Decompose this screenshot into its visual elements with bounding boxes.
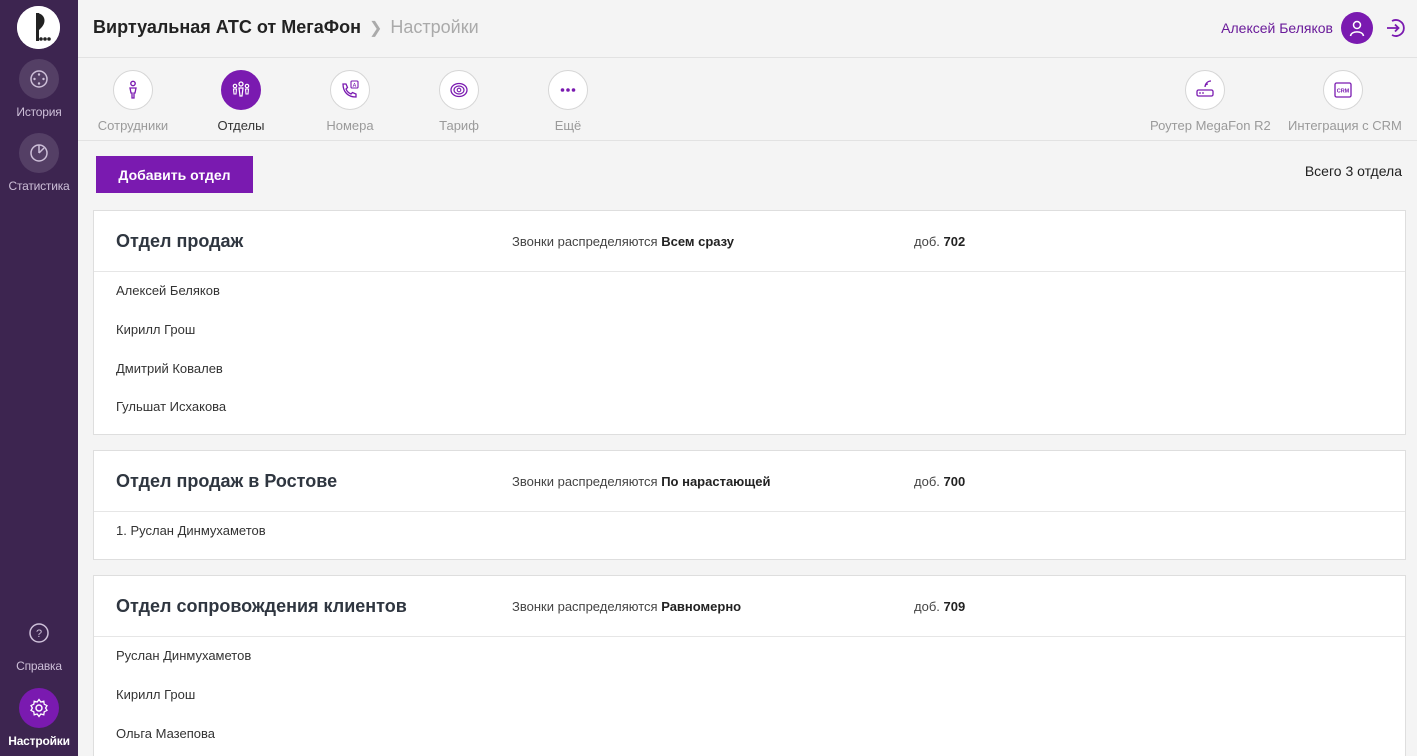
departments-icon [221,70,261,110]
tab-router[interactable]: Роутер MegaFon R2 [1150,70,1271,133]
tab-label: Сотрудники [97,118,169,133]
megafon-logo-icon[interactable] [17,6,60,49]
extension-number: доб. 709 [914,599,966,614]
settings-icon [19,688,59,728]
sidebar-item-label: История [16,105,62,119]
statistics-icon [19,133,59,173]
list-item[interactable]: Кирилл Грош [116,687,1405,726]
tariff-icon [439,70,479,110]
extension-number: доб. 702 [914,234,966,249]
distribution-mode: Звонки распределяются По нарастающей [512,474,771,489]
department-card: Отдел продаж Звонки распределяются Всем … [93,210,1406,435]
department-header[interactable]: Отдел сопровождения клиентов Звонки расп… [94,576,1405,637]
header: Виртуальная АТС от МегаФон ❯ Настройки Але… [78,0,1417,58]
sidebar-item-help[interactable]: ? Справка [0,613,78,673]
distribution-mode: Звонки распределяются Равномерно [512,599,742,614]
list-item[interactable]: Дмитрий Ковалев [116,361,1405,400]
avatar [1341,12,1373,44]
tab-label: Тариф [439,118,479,133]
tab-label: Ещё [554,118,582,133]
history-icon [19,59,59,99]
breadcrumb: Виртуальная АТС от МегаФон ❯ Настройки [93,17,479,38]
employee-icon [113,70,153,110]
tab-numbers[interactable]: A Номера [295,70,405,133]
sidebar-item-label: Настройки [8,734,70,748]
tab-departments[interactable]: Отделы [186,70,296,133]
department-card: Отдел продаж в Ростове Звонки распределя… [93,450,1406,560]
members-list: Руслан Динмухаметов Кирилл Грош Ольга Ма… [94,637,1405,756]
sidebar-item-settings[interactable]: Настройки [0,688,78,748]
logout-icon[interactable] [1385,17,1407,39]
tab-crm-integration[interactable]: CRM Интеграция с CRM [1288,70,1402,133]
list-item[interactable]: Руслан Динмухаметов [116,648,1405,687]
sidebar-item-history[interactable]: История [0,59,78,119]
tab-label: Роутер MegaFon R2 [1150,118,1271,133]
router-icon [1185,70,1225,110]
department-header[interactable]: Отдел продаж Звонки распределяются Всем … [94,211,1405,272]
list-item[interactable]: Алексей Беляков [116,283,1405,322]
sidebar-item-label: Статистика [8,179,70,193]
department-title: Отдел продаж [116,231,244,251]
more-icon [548,70,588,110]
user-name: Алексей Беляков [1221,20,1333,36]
sidebar-item-label: Справка [16,659,62,673]
department-title: Отдел продаж в Ростове [116,471,338,491]
tab-tariff[interactable]: Тариф [404,70,514,133]
svg-text:A: A [353,83,357,89]
department-title: Отдел сопровождения клиентов [116,596,407,616]
list-item[interactable]: 1. Руслан Динмухаметов [116,523,1405,562]
svg-text:?: ? [36,628,42,640]
settings-tabs: Сотрудники Отделы A Номера Тариф Ещё Роу… [78,59,1417,141]
tab-label: Интеграция с CRM [1288,118,1402,133]
department-header[interactable]: Отдел продаж в Ростове Звонки распределя… [94,451,1405,512]
members-list: 1. Руслан Динмухаметов [94,512,1405,562]
departments-count: Всего 3 отдела [1304,163,1402,179]
user-icon [1349,20,1365,37]
svg-text:CRM: CRM [1337,89,1350,95]
page-title: Настройки [390,17,479,37]
add-department-button[interactable]: Добавить отдел [96,156,253,193]
user-menu[interactable]: Алексей Беляков [1221,12,1373,44]
sidebar: История Статистика ? Справка Настройки [0,0,78,756]
crm-icon: CRM [1323,70,1363,110]
distribution-mode: Звонки распределяются Всем сразу [512,234,735,249]
list-item[interactable]: Ольга Мазепова [116,726,1405,756]
tab-label: Отделы [217,118,265,133]
chevron-right-icon: ❯ [368,20,383,37]
numbers-icon: A [330,70,370,110]
extension-number: доб. 700 [914,474,966,489]
list-item[interactable]: Гульшат Исхакова [116,399,1405,438]
tab-employees[interactable]: Сотрудники [78,70,188,133]
help-icon: ? [19,613,59,653]
department-card: Отдел сопровождения клиентов Звонки расп… [93,575,1406,756]
list-item[interactable]: Кирилл Грош [116,322,1405,361]
tab-more[interactable]: Ещё [513,70,623,133]
app-title[interactable]: Виртуальная АТС от МегаФон [93,17,361,37]
members-list: Алексей Беляков Кирилл Грош Дмитрий Кова… [94,272,1405,438]
tab-label: Номера [326,118,374,133]
sidebar-item-statistics[interactable]: Статистика [0,133,78,193]
